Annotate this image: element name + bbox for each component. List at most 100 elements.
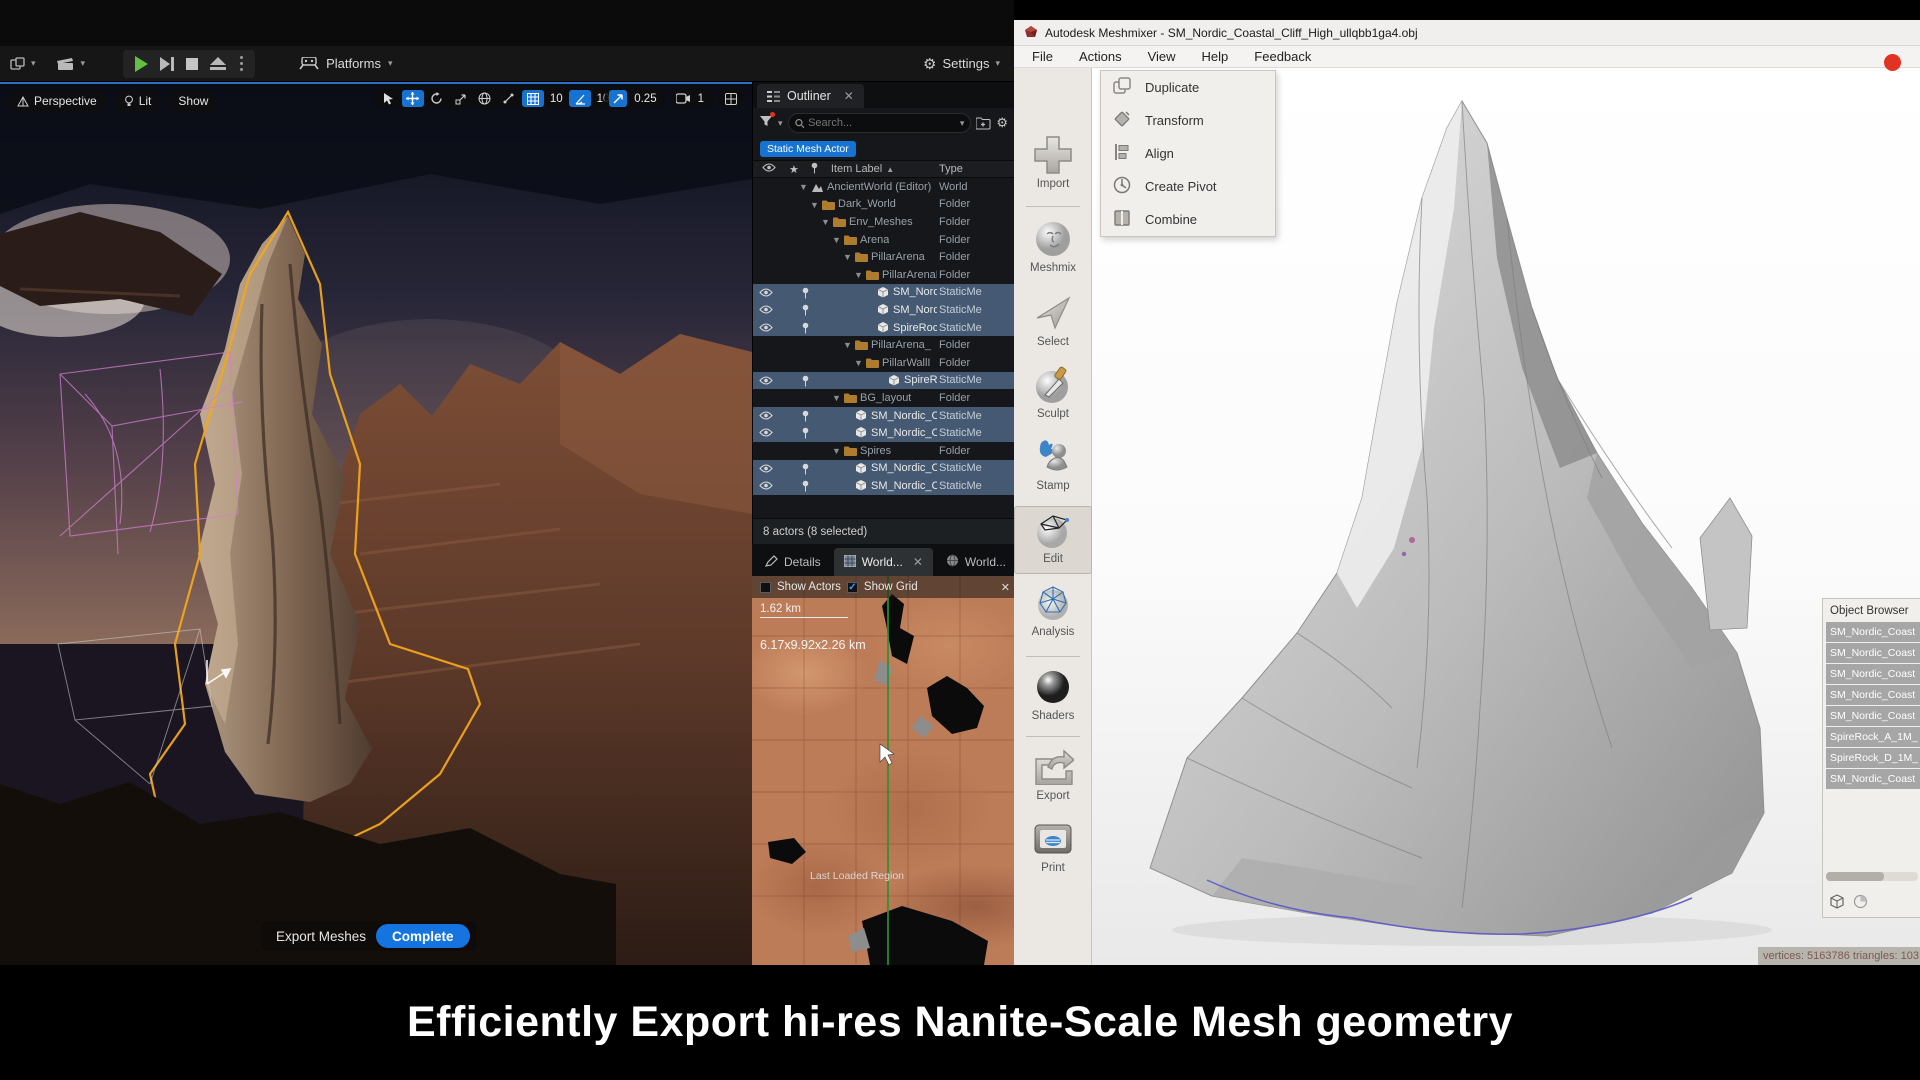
tool-sculpt[interactable]: Sculpt: [1014, 362, 1092, 430]
ue-mode-dropdown[interactable]: ▾: [0, 56, 46, 71]
object-browser-scrollbar[interactable]: [1826, 872, 1918, 881]
maximize-viewport-button[interactable]: [718, 88, 744, 109]
play-options-kebab[interactable]: [240, 56, 244, 71]
outliner-row[interactable]: ▼ Arena Folder: [753, 231, 1014, 249]
move-tool-icon[interactable]: [401, 90, 424, 107]
tool-select[interactable]: Select: [1014, 290, 1092, 358]
menu-item-combine[interactable]: Combine: [1101, 203, 1275, 236]
settings-dropdown[interactable]: ⚙ Settings ▾: [923, 55, 1000, 73]
eye-icon[interactable]: [759, 305, 773, 317]
static-mesh-actor-badge[interactable]: Static Mesh Actor: [760, 141, 856, 157]
eye-icon[interactable]: [759, 463, 773, 476]
show-dropdown[interactable]: Show: [168, 90, 219, 112]
menu-item-transform[interactable]: Transform: [1101, 104, 1275, 137]
camera-speed-control[interactable]: 0.25: [604, 88, 666, 109]
tab-world[interactable]: World...: [936, 548, 1016, 576]
expand-arrow-icon[interactable]: ▼: [832, 446, 841, 456]
tool-stamp[interactable]: Stamp: [1014, 434, 1092, 502]
pin-icon[interactable]: [801, 463, 810, 478]
object-browser-item[interactable]: SM_Nordic_Coast: [1826, 664, 1920, 684]
pin-icon[interactable]: [801, 410, 810, 425]
tool-analysis[interactable]: Analysis: [1014, 580, 1092, 648]
eye-icon[interactable]: [759, 411, 773, 423]
tool-meshmix[interactable]: Meshmix: [1014, 216, 1092, 284]
outliner-row[interactable]: ▼ PillarArenaEFolder: [753, 266, 1014, 284]
outliner-row[interactable]: ▼ Dark_World Folder: [753, 196, 1014, 214]
lit-dropdown[interactable]: Lit: [113, 90, 162, 112]
view-cube-icon[interactable]: [1829, 894, 1845, 909]
grid-snap-icon[interactable]: [521, 90, 544, 107]
object-browser-item[interactable]: SM_Nordic_Coast: [1826, 706, 1920, 726]
expand-arrow-icon[interactable]: ▼: [799, 182, 808, 192]
pin-column-icon[interactable]: [810, 162, 819, 177]
outliner-row[interactable]: ▼ Env_Meshes Folder: [753, 213, 1014, 231]
type-column[interactable]: Type: [939, 163, 963, 175]
close-icon[interactable]: ✕: [1001, 581, 1010, 594]
item-label-column[interactable]: Item Label: [831, 163, 882, 175]
menu-item-duplicate[interactable]: Duplicate: [1101, 71, 1275, 104]
eye-column-icon[interactable]: [762, 163, 776, 175]
expand-arrow-icon[interactable]: ▼: [832, 393, 841, 403]
tool-import[interactable]: Import: [1014, 132, 1092, 200]
eye-icon[interactable]: [759, 375, 773, 388]
menu-actions[interactable]: Actions: [1079, 49, 1122, 64]
expand-arrow-icon[interactable]: ▼: [832, 235, 841, 245]
camera-count-control[interactable]: 1: [670, 88, 713, 109]
surface-snap-icon[interactable]: [498, 90, 520, 107]
outliner-row[interactable]: ▼ AncientWorld (Editor) World: [753, 178, 1014, 196]
tool-shaders[interactable]: Shaders: [1014, 664, 1092, 732]
rotation-snap-icon[interactable]: [568, 90, 591, 107]
object-browser-item[interactable]: SM_Nordic_Coast: [1826, 769, 1920, 789]
grid-snap-value[interactable]: 10: [546, 93, 567, 105]
expand-arrow-icon[interactable]: ▼: [843, 252, 852, 262]
eye-icon[interactable]: [759, 481, 773, 493]
outliner-row[interactable]: ▼ PillarArena Folder: [753, 248, 1014, 266]
world-partition-minimap[interactable]: Show Actors ✓ Show Grid ✕ 1.62 km 6.17x9…: [752, 576, 1014, 965]
eye-icon[interactable]: [759, 288, 773, 300]
outliner-row[interactable]: ▼ BG_layout Folder: [753, 389, 1014, 407]
add-folder-icon[interactable]: [976, 117, 991, 130]
ue-cinematics-dropdown[interactable]: ▾: [46, 56, 96, 71]
close-icon[interactable]: ✕: [844, 89, 854, 103]
outliner-row[interactable]: ▼ PillarArena_ Folder: [753, 336, 1014, 354]
close-icon[interactable]: ✕: [913, 555, 923, 569]
outliner-settings-icon[interactable]: ⚙: [996, 115, 1008, 131]
skip-ahead-button[interactable]: [160, 56, 175, 71]
outliner-row[interactable]: SpireRoStaticMe: [753, 371, 1014, 390]
expand-arrow-icon[interactable]: ▼: [810, 200, 819, 210]
expand-arrow-icon[interactable]: ▼: [854, 358, 863, 368]
tool-edit[interactable]: Edit: [1014, 506, 1092, 574]
pin-icon[interactable]: [801, 304, 810, 319]
show-grid-checkbox[interactable]: ✓: [846, 581, 858, 593]
object-browser-item[interactable]: SpireRock_A_1M_: [1826, 727, 1920, 747]
complete-button[interactable]: Complete: [376, 924, 470, 948]
outliner-row[interactable]: SpireRockStaticMe: [753, 318, 1014, 337]
outliner-row[interactable]: SM_Nordic_CoStaticMe: [753, 459, 1014, 478]
play-button[interactable]: [135, 55, 149, 72]
outliner-row[interactable]: SM_Nordic_CoStaticMe: [753, 424, 1014, 442]
filter-button[interactable]: [759, 112, 775, 132]
outliner-row[interactable]: ▼ PillarWallI Folder: [753, 354, 1014, 372]
expand-arrow-icon[interactable]: ▼: [854, 270, 863, 280]
expand-arrow-icon[interactable]: ▼: [843, 340, 852, 350]
object-browser-item[interactable]: SM_Nordic_Coast: [1826, 622, 1920, 642]
platforms-dropdown[interactable]: Platforms ▾: [289, 56, 402, 71]
tab-outliner[interactable]: Outliner ✕: [757, 84, 864, 108]
eject-button[interactable]: [210, 57, 227, 70]
menu-item-align[interactable]: Align: [1101, 137, 1275, 170]
world-space-icon[interactable]: [474, 90, 496, 107]
rotate-tool-icon[interactable]: [426, 90, 448, 107]
pin-icon[interactable]: [801, 427, 810, 442]
menu-item-create-pivot[interactable]: Create Pivot: [1101, 170, 1275, 203]
eye-icon[interactable]: [759, 428, 773, 440]
eye-icon[interactable]: [759, 323, 773, 335]
star-column-icon[interactable]: ★: [789, 163, 799, 176]
show-actors-checkbox[interactable]: [760, 581, 771, 593]
perspective-dropdown[interactable]: Perspective: [7, 90, 107, 112]
pin-icon[interactable]: [801, 375, 810, 390]
outliner-row[interactable]: SM_Nordic_CoStaticMe: [753, 477, 1014, 495]
tab-world[interactable]: World... ✕: [833, 548, 933, 576]
tool-print[interactable]: Print: [1014, 816, 1092, 884]
search-input[interactable]: [808, 117, 956, 129]
menu-help[interactable]: Help: [1202, 49, 1229, 64]
